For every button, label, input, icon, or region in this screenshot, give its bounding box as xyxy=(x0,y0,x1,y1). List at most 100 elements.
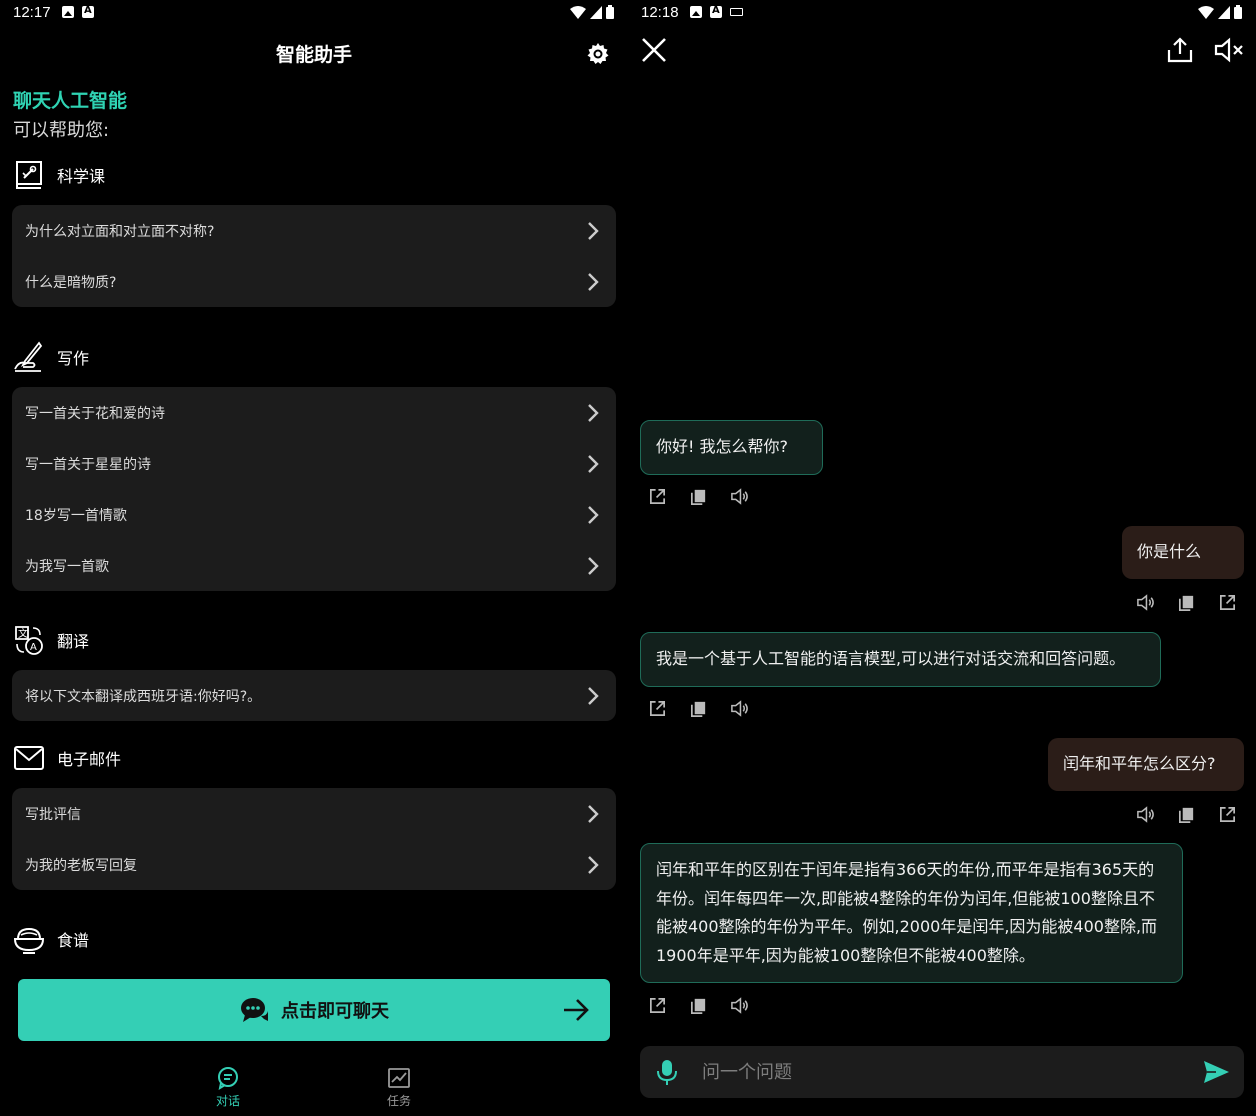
section-translate: 文 A 翻译 xyxy=(13,623,89,657)
gallery-notification-icon xyxy=(62,6,74,18)
mute-icon[interactable] xyxy=(1214,36,1244,64)
copy-icon[interactable] xyxy=(689,996,708,1015)
copy-icon[interactable] xyxy=(689,487,708,506)
message-actions xyxy=(648,996,749,1015)
chevron-right-icon xyxy=(588,686,599,705)
speaker-icon[interactable] xyxy=(1136,805,1155,824)
wifi-icon xyxy=(1198,5,1214,19)
send-icon[interactable] xyxy=(1202,1058,1230,1086)
message-actions xyxy=(1136,593,1237,612)
list-item[interactable]: 写批评信 xyxy=(12,788,616,839)
chevron-right-icon xyxy=(588,403,599,422)
chevron-right-icon xyxy=(588,272,599,291)
section-email: 电子邮件 xyxy=(13,741,121,775)
list-item[interactable]: 什么是暗物质? xyxy=(12,256,616,307)
chat-bubble-icon xyxy=(241,998,268,1022)
section-recipes: 食谱 xyxy=(13,922,89,956)
section-title: 食谱 xyxy=(57,931,90,950)
chevron-right-icon xyxy=(588,221,599,240)
chevron-right-icon xyxy=(588,505,599,524)
page-title: 智能助手 xyxy=(275,44,352,66)
chat-input-bar xyxy=(640,1046,1244,1098)
section-title: 科学课 xyxy=(57,167,106,186)
gear-icon[interactable] xyxy=(586,42,610,66)
speaker-icon[interactable] xyxy=(730,487,749,506)
question-input[interactable] xyxy=(702,1054,1182,1090)
start-chat-label: 点击即可聊天 xyxy=(281,1001,389,1022)
user-message: 你是什么 xyxy=(1122,526,1244,579)
list-item[interactable]: 写一首关于花和爱的诗 xyxy=(12,387,616,438)
close-icon[interactable] xyxy=(640,36,668,64)
section-title: 电子邮件 xyxy=(57,750,122,769)
wifi-icon xyxy=(570,5,586,19)
list-item[interactable]: 写一首关于星星的诗 xyxy=(12,438,616,489)
start-chat-button[interactable]: 点击即可聊天 xyxy=(18,979,610,1041)
bot-message: 你好! 我怎么帮你? xyxy=(640,420,823,475)
chevron-right-icon xyxy=(588,454,599,473)
message-actions xyxy=(1136,805,1237,824)
signal-icon xyxy=(590,5,602,19)
open-external-icon[interactable] xyxy=(648,487,667,506)
tab-chat[interactable]: 对话 xyxy=(198,1066,258,1109)
svg-text:文: 文 xyxy=(18,627,28,640)
section-title: 写作 xyxy=(57,349,90,368)
writing-hand-icon xyxy=(14,341,43,372)
open-external-icon[interactable] xyxy=(1218,593,1237,612)
translate-icon: 文 A xyxy=(15,626,43,655)
recipe-bowl-icon xyxy=(13,927,45,954)
status-time: 12:18 xyxy=(641,4,679,21)
science-book-icon xyxy=(16,161,42,189)
list-item[interactable]: 为什么对立面和对立面不对称? xyxy=(12,205,616,256)
battery-icon xyxy=(1234,5,1242,19)
mail-icon xyxy=(14,746,44,770)
status-bar: 12:18 xyxy=(628,0,1256,26)
bot-message: 闰年和平年的区别在于闰年是指有366天的年份,而平年是指有365天的年份。闰年每… xyxy=(640,843,1183,983)
open-external-icon[interactable] xyxy=(648,996,667,1015)
section-title: 翻译 xyxy=(57,632,90,651)
chat-icon xyxy=(218,1067,238,1090)
speaker-icon[interactable] xyxy=(730,996,749,1015)
list-item[interactable]: 为我的老板写回复 xyxy=(12,839,616,890)
chat-screen: 12:18 你好! 我怎么帮你? 你是什么 我是一个基于人工智 xyxy=(628,0,1256,1116)
translate-prompt-list: 将以下文本翻译成西班牙语:你好吗?。 xyxy=(12,670,616,721)
copy-icon[interactable] xyxy=(1177,805,1196,824)
gallery-notification-icon xyxy=(690,6,702,18)
chevron-right-icon xyxy=(588,556,599,575)
email-prompt-list: 写批评信 为我的老板写回复 xyxy=(12,788,616,890)
microphone-icon[interactable] xyxy=(654,1058,680,1086)
list-item[interactable]: 将以下文本翻译成西班牙语:你好吗?。 xyxy=(12,670,616,721)
open-external-icon[interactable] xyxy=(1218,805,1237,824)
chevron-right-icon xyxy=(588,855,599,874)
app-notification-icon xyxy=(82,5,94,18)
signal-icon xyxy=(1218,5,1230,19)
status-time: 12:17 xyxy=(13,4,51,21)
message-actions xyxy=(648,699,749,718)
tab-tasks[interactable]: 任务 xyxy=(369,1066,429,1109)
writing-prompt-list: 写一首关于花和爱的诗 写一首关于星星的诗 18岁写一首情歌 为我写一首歌 xyxy=(12,387,616,591)
chevron-right-icon xyxy=(588,804,599,823)
battery-icon xyxy=(606,5,614,19)
speaker-icon[interactable] xyxy=(730,699,749,718)
list-item[interactable]: 18岁写一首情歌 xyxy=(12,489,616,540)
speaker-icon[interactable] xyxy=(1136,593,1155,612)
message-actions xyxy=(648,487,749,506)
list-item[interactable]: 为我写一首歌 xyxy=(12,540,616,591)
copy-icon[interactable] xyxy=(689,699,708,718)
open-external-icon[interactable] xyxy=(648,699,667,718)
share-icon[interactable] xyxy=(1166,36,1194,64)
brand-title: 聊天人工智能 xyxy=(13,90,128,112)
home-screen: 12:17 智能助手 聊天人工智能 可以帮助您: 科学课 为什么对立面和对立面不 xyxy=(0,0,628,1116)
section-science: 科学课 xyxy=(13,158,105,192)
app-notification-icon xyxy=(710,5,722,18)
bot-message: 我是一个基于人工智能的语言模型,可以进行对话交流和回答问题。 xyxy=(640,632,1161,687)
science-prompt-list: 为什么对立面和对立面不对称? 什么是暗物质? xyxy=(12,205,616,307)
status-bar: 12:17 xyxy=(0,0,628,26)
help-subtitle: 可以帮助您: xyxy=(13,120,110,141)
keyboard-notification-icon xyxy=(730,8,743,16)
section-writing: 写作 xyxy=(13,340,89,374)
chart-icon xyxy=(388,1068,410,1088)
svg-text:A: A xyxy=(30,642,37,653)
copy-icon[interactable] xyxy=(1177,593,1196,612)
arrow-right-icon xyxy=(564,999,589,1021)
user-message: 闰年和平年怎么区分? xyxy=(1048,738,1244,791)
